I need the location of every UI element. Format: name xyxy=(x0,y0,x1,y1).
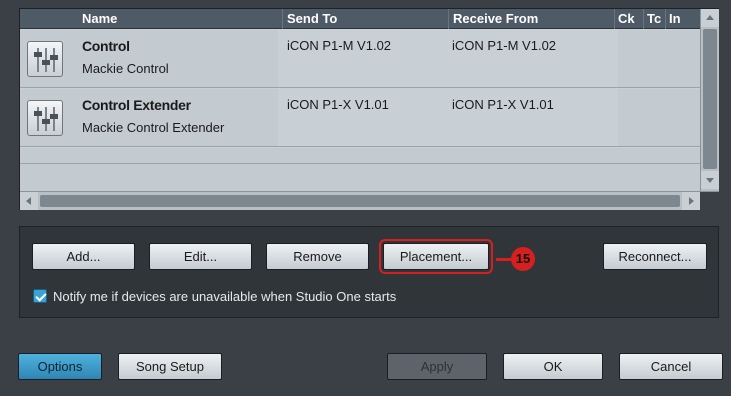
scrollbar-corner xyxy=(700,192,719,210)
preferences-dialog: Name Send To Receive From Ck Tc In Contr… xyxy=(0,0,731,396)
column-header-name[interactable]: Name xyxy=(78,9,283,29)
column-header-tc[interactable]: Tc xyxy=(644,9,666,29)
scroll-down-arrow-icon[interactable] xyxy=(701,171,719,189)
device-name: Control Extender xyxy=(82,97,191,113)
table-header: Name Send To Receive From Ck Tc In xyxy=(20,9,700,29)
column-header-send-to[interactable]: Send To xyxy=(283,9,449,29)
device-receive-from: iCON P1-M V1.02 xyxy=(452,38,557,53)
vertical-scroll-thumb[interactable] xyxy=(703,29,717,169)
ok-button[interactable]: OK xyxy=(503,353,603,380)
device-description: Mackie Control xyxy=(82,61,169,76)
row-divider xyxy=(20,163,700,164)
horizontal-scroll-thumb[interactable] xyxy=(40,195,680,207)
table-empty-area xyxy=(20,148,700,193)
device-send-to: iCON P1-M V1.02 xyxy=(287,38,392,53)
apply-button[interactable]: Apply xyxy=(387,353,487,380)
device-name: Control xyxy=(82,38,130,54)
table-row[interactable]: Control Extender Mackie Control Extender… xyxy=(20,89,700,147)
notify-label: Notify me if devices are unavailable whe… xyxy=(53,288,397,304)
scroll-right-arrow-icon[interactable] xyxy=(682,192,700,210)
vertical-scrollbar[interactable] xyxy=(700,9,719,191)
table-row[interactable]: Control Mackie Control iCON P1-M V1.02 i… xyxy=(20,30,700,88)
add-button[interactable]: Add... xyxy=(32,243,135,270)
device-table: Name Send To Receive From Ck Tc In Contr… xyxy=(19,8,719,210)
checkbox-checked-icon[interactable] xyxy=(33,289,47,303)
remove-button[interactable]: Remove xyxy=(266,243,369,270)
mixer-fader-icon xyxy=(27,100,63,136)
callout-badge: 15 xyxy=(511,247,535,271)
device-actions-panel xyxy=(19,226,719,318)
callout-connector xyxy=(496,258,512,261)
song-setup-button[interactable]: Song Setup xyxy=(118,353,222,380)
reconnect-button[interactable]: Reconnect... xyxy=(603,243,707,270)
column-header-receive-from[interactable]: Receive From xyxy=(449,9,615,29)
edit-button[interactable]: Edit... xyxy=(149,243,252,270)
cancel-button[interactable]: Cancel xyxy=(619,353,723,380)
options-button[interactable]: Options xyxy=(18,353,102,380)
mixer-fader-icon xyxy=(27,41,63,77)
placement-button[interactable]: Placement... xyxy=(379,239,493,274)
device-description: Mackie Control Extender xyxy=(82,120,225,135)
device-send-to: iCON P1-X V1.01 xyxy=(287,97,389,112)
horizontal-scrollbar[interactable] xyxy=(20,191,719,210)
scroll-up-arrow-icon[interactable] xyxy=(701,9,719,27)
device-receive-from: iCON P1-X V1.01 xyxy=(452,97,554,112)
column-header-in[interactable]: In xyxy=(666,9,700,29)
notify-option[interactable]: Notify me if devices are unavailable whe… xyxy=(33,288,396,304)
scroll-left-arrow-icon[interactable] xyxy=(20,192,38,210)
column-header-ck[interactable]: Ck xyxy=(615,9,644,29)
